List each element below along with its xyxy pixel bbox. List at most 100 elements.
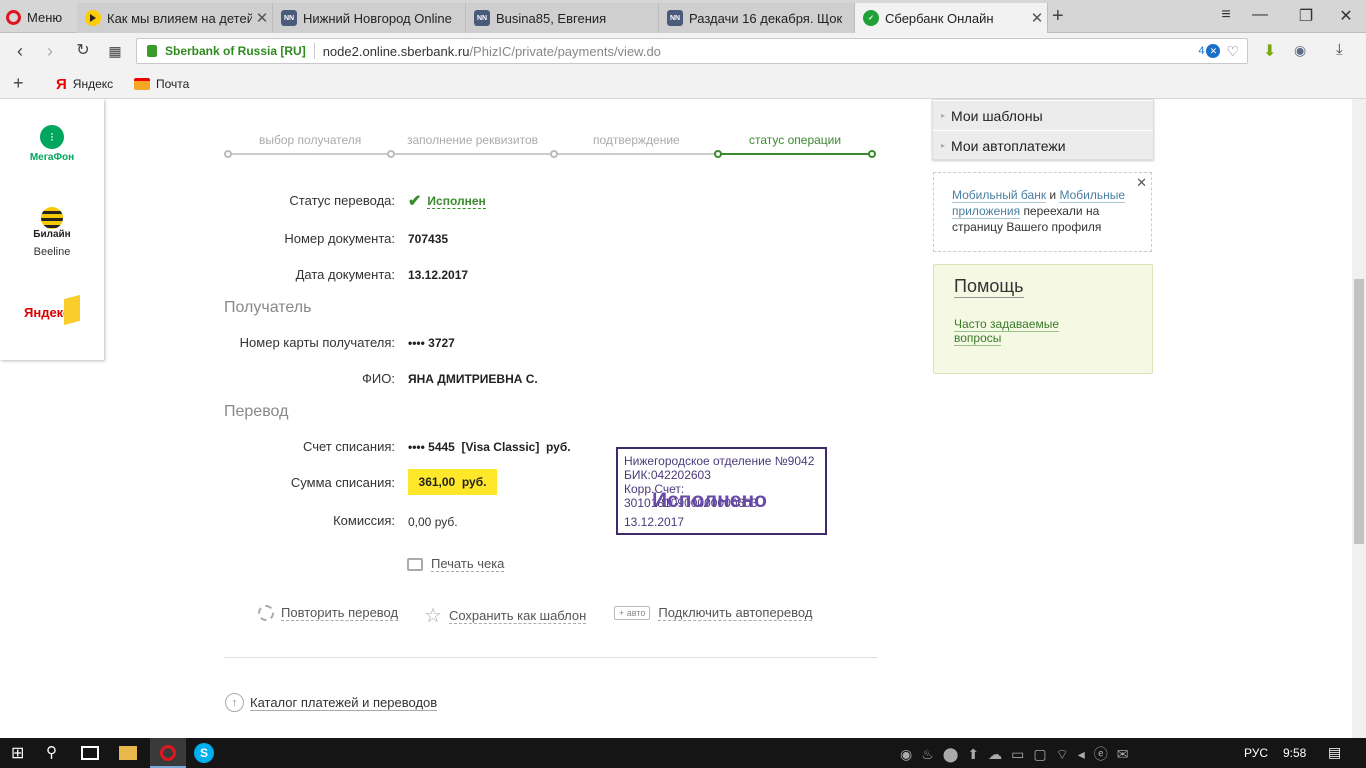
chevron-right-icon: ▸ [941, 141, 946, 150]
repeat-transfer-link[interactable]: Повторить перевод [258, 605, 399, 621]
help-box: Помощь Часто задаваемые вопросы [933, 264, 1153, 374]
stamp-line: Нижегородское отделение №9042 [624, 454, 815, 468]
window-close-button[interactable]: ✕ [1334, 6, 1358, 26]
file-explorer-icon[interactable] [119, 746, 137, 760]
skype-icon[interactable]: S [194, 743, 214, 763]
auto-badge: + авто [614, 606, 651, 620]
tab-1[interactable]: NN Нижний Новгород Online [273, 3, 466, 33]
menu-my-templates[interactable]: ▸ Мои шаблоны [933, 100, 1153, 130]
taskbar-opera[interactable] [150, 738, 186, 768]
reload-button[interactable]: ↻ [73, 41, 93, 61]
amount-label: Сумма списания: [290, 475, 395, 490]
menu-label: Меню [27, 9, 63, 25]
step-dot [387, 150, 395, 158]
step-dot [550, 150, 558, 158]
security-label: Sberbank of Russia [RU] [165, 44, 306, 58]
step-fill-details: заполнение реквизитов [407, 133, 539, 147]
chevron-right-icon: ▸ [941, 111, 946, 120]
menu-my-autopayments[interactable]: ▸ Мои автоплатежи [933, 130, 1153, 160]
opera-icon [160, 745, 176, 761]
print-receipt-link[interactable]: Печать чека [407, 556, 505, 572]
page-content: ⁝ МегаФон Билайн Beeline Яндекс выбор по… [0, 99, 1352, 738]
close-icon[interactable]: ✕ [252, 9, 272, 27]
doc-date-label: Дата документа: [295, 267, 395, 282]
steps-track-active [718, 153, 872, 155]
opera-menu-button[interactable]: Меню [6, 6, 62, 28]
faq-link[interactable]: Часто задаваемые вопросы [954, 317, 1074, 346]
catalog-link[interactable]: ↑ Каталог платежей и переводов [225, 693, 438, 712]
search-icon[interactable]: ⚲ [46, 743, 66, 763]
maximize-button[interactable]: ❐ [1294, 6, 1318, 26]
nn-icon: NN [281, 10, 297, 26]
tab-bar: Меню Как мы влияем на детей. ✕ NN Нижний… [0, 0, 1366, 33]
close-icon[interactable]: ✕ [1027, 9, 1047, 27]
system-tray-icons[interactable]: ◉♨⬤⬆☁▭▢⌔◂ⓔ✉ [900, 744, 1138, 764]
yandex-icon: Я [56, 75, 67, 93]
status-value: ✔ Исполнен [408, 193, 486, 210]
arrow-up-icon: ↑ [225, 693, 244, 712]
page-scrollbar[interactable] [1352, 99, 1366, 738]
url-field[interactable]: Sberbank of Russia [RU] node2.online.sbe… [136, 38, 1248, 64]
fee-label: Комиссия: [333, 513, 395, 528]
provider-name: Beeline [33, 246, 71, 258]
tab-0[interactable]: Как мы влияем на детей. ✕ [77, 3, 273, 33]
add-bookmark-icon[interactable]: + [13, 73, 24, 94]
star-icon: ☆ [424, 605, 442, 627]
fio-value: ЯНА ДМИТРИЕВНА С. [408, 372, 538, 386]
speed-dial-icon[interactable]: ▦ [105, 41, 125, 61]
forward-button[interactable]: › [40, 41, 60, 61]
bookmarks-bar: + Я Яндекс Почта [0, 68, 1366, 99]
bookmark-yandex[interactable]: Я Яндекс [56, 75, 113, 93]
stamp-status: Исполнено [652, 489, 767, 512]
fio-label: ФИО: [362, 371, 395, 386]
close-icon[interactable]: ✕ [1136, 175, 1147, 191]
language-indicator[interactable]: РУС [1244, 746, 1268, 760]
minimize-button[interactable]: — [1248, 6, 1272, 26]
beeline-icon [41, 207, 63, 229]
windows-start-icon[interactable]: ⊞ [11, 743, 31, 763]
opera-icon [6, 9, 21, 25]
notifications-icon[interactable]: ▤ [1328, 744, 1341, 761]
tab-3[interactable]: NN Раздачи 16 декабря. Щок [659, 3, 855, 33]
tab-2[interactable]: NN Busina85, Евгения [466, 3, 659, 33]
repeat-icon [258, 605, 274, 621]
step-dot [714, 150, 722, 158]
new-tab-button[interactable]: + [1052, 5, 1064, 28]
doc-date-value: 13.12.2017 [408, 268, 469, 282]
recipient-heading: Получатель [224, 299, 312, 316]
yandex-money-logo[interactable]: Яндекс [24, 294, 84, 327]
adblock-icon[interactable]: ✕ [1206, 44, 1221, 58]
step-dot [224, 150, 232, 158]
scrollbar-thumb[interactable] [1354, 279, 1364, 544]
windows-taskbar: ⊞ ⚲ S ◉♨⬤⬆☁▭▢⌔◂ⓔ✉ РУС 9:58 ▤ [0, 738, 1366, 768]
autotransfer-link[interactable]: + авто Подключить автоперевод [614, 605, 813, 621]
downloads-icon[interactable]: ⤓ [1336, 41, 1352, 59]
tab-4-active[interactable]: ✓ Сбербанк Онлайн ✕ [854, 3, 1048, 33]
address-bar: ‹ › ↻ ▦ Sberbank of Russia [RU] node2.on… [0, 33, 1366, 68]
back-button[interactable]: ‹ [10, 41, 30, 61]
vpn-icon[interactable]: ◉ [1294, 42, 1312, 58]
step-confirm: подтверждение [593, 133, 680, 147]
download-arrow-icon[interactable]: ⬇ [1263, 41, 1279, 60]
stamp-date: 13.12.2017 [624, 515, 685, 529]
wallet-icon [64, 294, 80, 326]
account-label: Счет списания: [302, 439, 395, 454]
mobile-bank-link[interactable]: Мобильный банк [952, 188, 1047, 203]
nn-icon: NN [474, 10, 490, 26]
help-title[interactable]: Помощь [954, 276, 1024, 298]
divider [224, 657, 877, 658]
bank-stamp: Нижегородское отделение №9042 БИК:042202… [616, 447, 827, 535]
save-template-link[interactable]: ☆ Сохранить как шаблон [424, 603, 587, 628]
clock[interactable]: 9:58 [1283, 746, 1306, 760]
heart-icon[interactable]: ♡ [1226, 43, 1239, 60]
step-select-recipient: выбор получателя [259, 133, 362, 147]
bookmark-mail[interactable]: Почта [134, 75, 189, 93]
tab-menu-icon[interactable]: ≡ [1214, 6, 1238, 26]
megafon-logo[interactable]: ⁝ МегаФон [26, 125, 78, 163]
fee-value: 0,00 руб. [408, 515, 458, 529]
card-number-label: Номер карты получателя: [239, 335, 395, 350]
task-view-icon[interactable] [81, 746, 99, 760]
printer-icon [407, 557, 423, 571]
divider [313, 43, 315, 59]
checkmark-icon: ✔ [408, 193, 422, 210]
